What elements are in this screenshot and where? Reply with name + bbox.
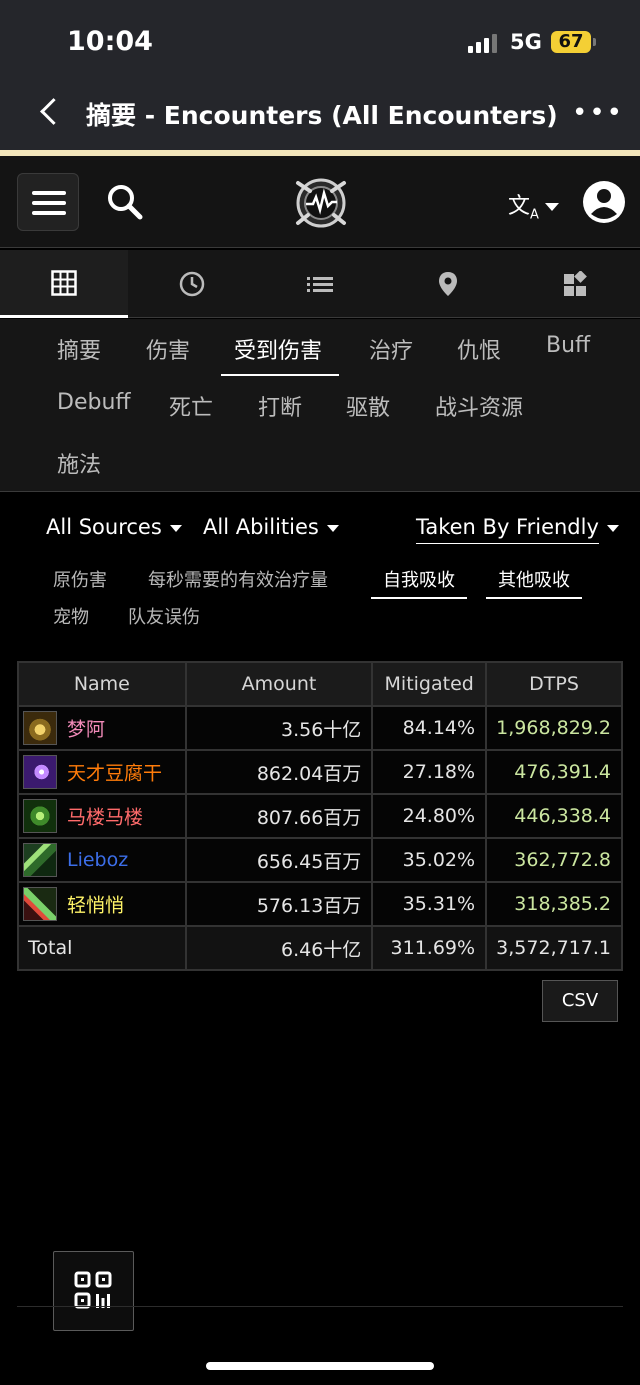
- player-cell[interactable]: 天才豆腐干: [17, 749, 187, 795]
- amount-cell: 3.56十亿: [184, 705, 374, 751]
- player-name[interactable]: 马楼马楼: [67, 807, 143, 829]
- total-label: Total: [17, 925, 187, 971]
- col-amount-header[interactable]: Amount: [184, 661, 374, 707]
- table-total-row: Total 6.46十亿 311.69% 3,572,717.1: [17, 925, 623, 971]
- bottom-divider: [17, 1306, 623, 1307]
- clock-icon[interactable]: [128, 250, 256, 318]
- damage-taken-table: Name Amount Mitigated DTPS 梦阿 3.56十亿 84.…: [17, 661, 623, 971]
- sources-dropdown-label: All Sources: [46, 515, 162, 539]
- tab-debuff[interactable]: Debuff: [57, 390, 131, 415]
- pets-toggle[interactable]: 宠物: [53, 603, 89, 629]
- network-type: 5G: [510, 30, 542, 54]
- player-cell[interactable]: 轻悄悄: [17, 881, 187, 927]
- target-dropdown[interactable]: Taken By Friendly: [416, 515, 619, 544]
- player-name[interactable]: Lieboz: [67, 849, 128, 871]
- tab-damage[interactable]: 伤害: [146, 333, 190, 365]
- mitigated-cell: 84.14%: [371, 705, 488, 751]
- view-tabs: [0, 250, 640, 318]
- abilities-dropdown-label: All Abilities: [203, 515, 319, 539]
- chevron-down-icon: [606, 524, 619, 532]
- player-cell[interactable]: 马楼马楼: [17, 793, 187, 839]
- warcraftlogs-logo[interactable]: [292, 175, 350, 229]
- col-mitigated-header[interactable]: Mitigated: [371, 661, 488, 707]
- tab-resources[interactable]: 战斗资源: [435, 390, 523, 422]
- tab-buff[interactable]: Buff: [546, 333, 590, 358]
- active-tab-underline: [221, 374, 339, 376]
- table-row[interactable]: 马楼马楼 807.66百万 24.80% 446,338.4: [17, 793, 623, 839]
- widgets-icon[interactable]: [512, 250, 640, 318]
- tab-threat[interactable]: 仇恨: [457, 333, 501, 365]
- more-options-icon[interactable]: •••: [572, 96, 622, 130]
- csv-export-button[interactable]: CSV: [542, 980, 618, 1022]
- player-name[interactable]: 轻悄悄: [67, 895, 124, 917]
- abilities-dropdown[interactable]: All Abilities: [203, 515, 339, 539]
- total-dtps: 3,572,717.1: [485, 925, 623, 971]
- sources-dropdown[interactable]: All Sources: [46, 515, 182, 539]
- col-dtps-header[interactable]: DTPS: [485, 661, 623, 707]
- table-row[interactable]: 轻悄悄 576.13百万 35.31% 318,385.2: [17, 881, 623, 927]
- site-header: 文A: [0, 156, 640, 248]
- chevron-down-icon: [326, 524, 339, 532]
- status-time: 10:04: [67, 26, 153, 57]
- list-icon[interactable]: [256, 250, 384, 318]
- warlock-spec-icon: [23, 799, 57, 833]
- col-name-header[interactable]: Name: [17, 661, 187, 707]
- dtps-cell: 446,338.4: [485, 793, 623, 839]
- hamburger-icon[interactable]: [17, 173, 79, 231]
- tab-summary[interactable]: 摘要: [57, 333, 101, 365]
- player-cell[interactable]: Lieboz: [17, 837, 187, 883]
- battery-icon: 67: [551, 31, 596, 53]
- self-absorb-toggle[interactable]: 自我吸收: [371, 566, 467, 599]
- grid-icon[interactable]: [0, 250, 128, 318]
- table-row[interactable]: Lieboz 656.45百万 35.02% 362,772.8: [17, 837, 623, 883]
- signal-icon: [468, 33, 498, 53]
- total-mitigated: 311.69%: [371, 925, 488, 971]
- shadow-spec-icon: [23, 755, 57, 789]
- player-name[interactable]: 天才豆腐干: [67, 763, 162, 785]
- dtps-cell: 476,391.4: [485, 749, 623, 795]
- account-icon[interactable]: [582, 180, 626, 224]
- friendly-fire-toggle[interactable]: 队友误伤: [128, 603, 200, 629]
- map-pin-icon[interactable]: [384, 250, 512, 318]
- chevron-down-icon: [169, 524, 182, 532]
- dtps-cell: 1,968,829.2: [485, 705, 623, 751]
- amount-cell: 576.13百万: [184, 881, 374, 927]
- page-title: 摘要 - Encounters (All Encounters) -...: [86, 101, 566, 130]
- tab-damage-taken[interactable]: 受到伤害: [234, 333, 322, 365]
- amount-cell: 862.04百万: [184, 749, 374, 795]
- mitigated-cell: 35.02%: [371, 837, 488, 883]
- player-name[interactable]: 梦阿: [67, 719, 105, 741]
- translate-icon[interactable]: 文A: [508, 188, 559, 222]
- tab-casts[interactable]: 施法: [57, 447, 101, 479]
- table-row[interactable]: 天才豆腐干 862.04百万 27.18% 476,391.4: [17, 749, 623, 795]
- tab-healing[interactable]: 治疗: [369, 333, 413, 365]
- mitigated-cell: 24.80%: [371, 793, 488, 839]
- qr-code-icon[interactable]: [53, 1251, 134, 1331]
- ehps-toggle[interactable]: 每秒需要的有效治疗量: [148, 566, 328, 592]
- table-header-row: Name Amount Mitigated DTPS: [17, 661, 623, 707]
- mitigated-cell: 35.31%: [371, 881, 488, 927]
- back-button[interactable]: [34, 93, 64, 133]
- paladin-spec-icon: [23, 711, 57, 745]
- dtps-cell: 362,772.8: [485, 837, 623, 883]
- browser-top-bar: 10:04 5G 67 摘要 - Encounters (All Encount…: [0, 0, 640, 150]
- other-absorb-toggle[interactable]: 其他吸收: [486, 566, 582, 599]
- shaman-spec-icon: [23, 843, 57, 877]
- amount-cell: 807.66百万: [184, 793, 374, 839]
- amount-cell: 656.45百万: [184, 837, 374, 883]
- tab-deaths[interactable]: 死亡: [169, 390, 213, 422]
- table-row[interactable]: 梦阿 3.56十亿 84.14% 1,968,829.2: [17, 705, 623, 751]
- search-icon[interactable]: [104, 182, 146, 224]
- mitigated-cell: 27.18%: [371, 749, 488, 795]
- tab-interrupts[interactable]: 打断: [258, 390, 302, 422]
- target-dropdown-label: Taken By Friendly: [416, 515, 599, 544]
- player-cell[interactable]: 梦阿: [17, 705, 187, 751]
- rogue-spec-icon: [23, 887, 57, 921]
- total-amount: 6.46十亿: [184, 925, 374, 971]
- report-sub-tabs: 摘要 伤害 受到伤害 治疗 仇恨 Buff Debuff 死亡 打断 驱散 战斗…: [0, 319, 640, 492]
- tab-dispels[interactable]: 驱散: [346, 390, 390, 422]
- dtps-cell: 318,385.2: [485, 881, 623, 927]
- raw-damage-toggle[interactable]: 原伤害: [53, 566, 107, 592]
- home-indicator: [206, 1362, 434, 1370]
